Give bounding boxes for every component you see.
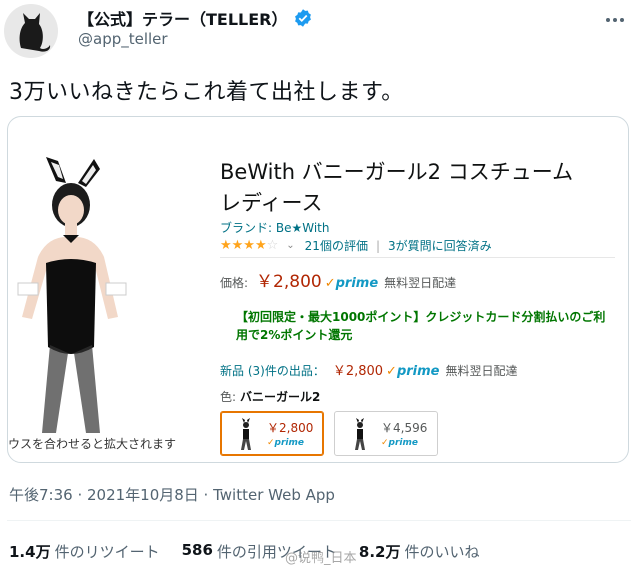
shipping-text: 無料翌日配達 [445,364,518,378]
swatch-prime: ✓prime [267,438,304,448]
new-offers-price: ￥2,800 [332,364,384,379]
prime-check-icon: ✓ [386,364,397,379]
new-offers-row: 新品 (3)件の出品： ￥2,800 ✓prime 無料翌日配達 [220,360,518,379]
shipping-text: 無料翌日配達 [384,276,457,290]
avatar[interactable] [4,4,58,58]
promo-text: 【初回限定・最大1000ポイント】クレジットカード分割払いのご利用で2%ポイント… [236,310,606,342]
swatch-price: ￥2,800 [267,421,314,435]
prime-check-icon: ✓ [324,276,336,291]
chevron-down-icon: ⌄ [286,240,295,251]
product-title-line2: レディース [220,191,323,215]
retweets-count: 1.4万 [9,543,51,561]
more-options-button[interactable] [605,8,625,27]
swatch-price: ￥4,596 [381,421,428,435]
price-label: 価格: [220,276,249,290]
engagement-stats: 1.4万 件のリツイート 586 件の引用ツイート 8.2万 件のいいね [9,541,502,562]
zoom-hint-text: ウスを合わせると拡大されます [8,437,177,451]
likes-count: 8.2万 [358,543,401,561]
tweet-media-image[interactable]: ウスを合わせると拡大されます BeWith バニーガール2 コスチューム レディ… [7,116,629,463]
star-rating-icon: ★★★★☆ [220,238,279,253]
swatch-prime-label: prime [388,438,418,448]
display-name[interactable]: 【公式】テラー（TELLER） [78,6,288,30]
rating-row: ★★★★☆ ⌄ 21個の評価 | 3が質問に回答済み [220,237,492,254]
product-title: BeWith バニーガール2 コスチューム レディース [220,157,605,219]
color-swatch-selected: ￥2,800 ✓prime [220,411,324,456]
retweets-link[interactable]: 1.4万 件のリツイート [9,541,160,562]
reviews-link: 21個の評価 [304,239,368,253]
retweets-label: 件のリツイート [54,543,160,561]
product-title-line1: BeWith バニーガール2 コスチューム [220,160,574,184]
prime-badge: ✓prime [325,276,378,291]
likes-label: 件のいいね [404,543,480,561]
product-photo [8,147,138,447]
color-label: 色: [220,390,237,404]
prime-badge: ✓prime [386,364,439,379]
divider [220,257,615,258]
prime-label: prime [335,276,379,291]
swatch-thumbnail-icon [355,417,365,450]
divider [7,520,631,521]
color-row: 色: バニーガール2 [220,388,320,405]
swatch-prime-label: prime [274,438,304,448]
quotes-count: 586 [181,541,213,559]
cat-logo-icon [19,13,51,52]
tweet-timestamp[interactable]: 午後7:36 · 2021年10月8日 · Twitter Web App [9,484,335,505]
tweet-text: 3万いいねきたらこれ着て出社します。 [9,80,404,105]
new-offers-label: 新品 (3)件の出品： [220,364,325,378]
price-value: ￥2,800 [256,272,322,292]
swatch-prime: ✓prime [381,438,418,448]
separator: | [375,238,380,253]
more-dots-icon [606,18,624,22]
color-value: バニーガール2 [240,390,321,404]
qa-link: 3が質問に回答済み [388,239,492,253]
prime-label: prime [396,364,440,379]
likes-link[interactable]: 8.2万 件のいいね [359,541,480,562]
user-handle[interactable]: @app_teller [78,30,168,48]
verified-badge-icon [294,9,311,27]
swatch-thumbnail-icon [241,417,251,450]
brand-link: ブランド: Be★With [220,221,330,235]
color-swatch: ￥4,596 ✓prime [334,411,438,456]
price-row: 価格: ￥2,800 ✓prime 無料翌日配達 [220,267,456,292]
watermark: @说鸭_日本 [285,551,357,566]
